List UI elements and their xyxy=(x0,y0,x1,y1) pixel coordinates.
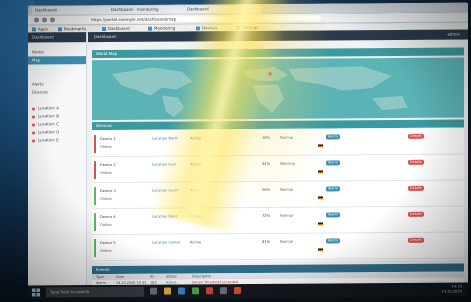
photo-background: Dashboard Dashboard - monitoring Dashboa… xyxy=(0,0,471,302)
photo-vignette xyxy=(0,0,471,302)
